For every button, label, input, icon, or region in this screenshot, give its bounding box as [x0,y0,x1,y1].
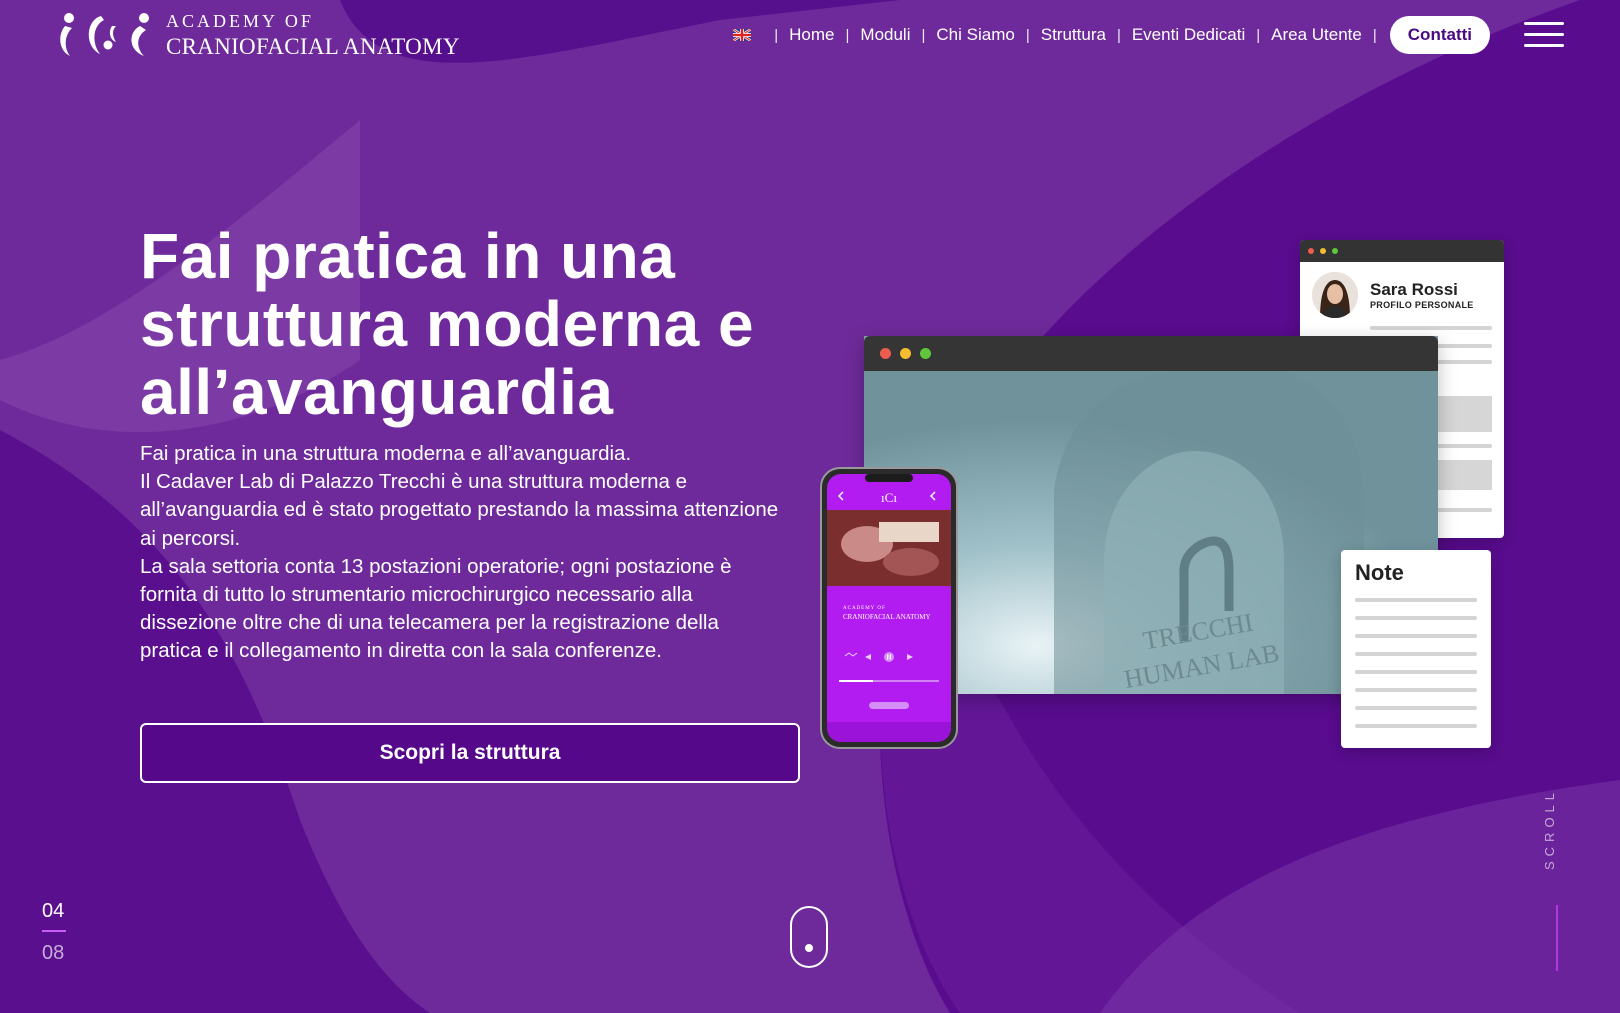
placeholder-line [1355,670,1477,674]
nav-item-home[interactable]: Home [789,25,834,45]
minimize-dot-icon [900,348,911,359]
nav-item-area-utente[interactable]: Area Utente [1271,25,1362,45]
nav-separator: | [1372,26,1377,44]
hero-section: Fai pratica in una struttura moderna e a… [140,222,780,666]
brand-logo[interactable]: ACADEMY OF CRANIOFACIAL ANATOMY [56,12,460,58]
placeholder-line [1355,652,1477,656]
site-header: ACADEMY OF CRANIOFACIAL ANATOMY | Home |… [0,0,1620,80]
placeholder-line [1355,598,1477,602]
placeholder-line [1355,724,1477,728]
nav-item-eventi-dedicati[interactable]: Eventi Dedicati [1132,25,1245,45]
brand-line-1: ACADEMY OF [166,11,314,31]
profile-header: Sara Rossi PROFILO PERSONALE [1300,262,1504,328]
contact-button[interactable]: Contatti [1389,16,1490,54]
close-dot-icon [1308,248,1314,254]
close-dot-icon [880,348,891,359]
hero-paragraph: Fai pratica in una struttura moderna e a… [140,442,632,465]
avatar [1312,272,1358,318]
nav-separator: | [1116,26,1121,44]
hero-paragraph: La sala settoria conta 13 postazioni ope… [140,554,732,663]
phone-brand-line-1: ACADEMY OF [843,606,886,611]
placeholder-line [1355,688,1477,692]
discover-structure-button[interactable]: Scopri la struttura [140,723,800,783]
scroll-progress-line [1556,905,1558,971]
placeholder-line [1355,634,1477,638]
phone-app-logo: ıCı [881,490,897,505]
phone-screen: ıCı ACADEMY OF CRANIOFACIAL ANATOMY [827,474,951,742]
placeholder-line [1370,326,1492,330]
nav-item-chi-siamo[interactable]: Chi Siamo [936,25,1014,45]
scroll-label: SCROLL [1542,787,1557,870]
hero-title: Fai pratica in una struttura moderna e a… [140,220,755,428]
brand-name: ACADEMY OF CRANIOFACIAL ANATOMY [166,12,460,58]
placeholder-line [1436,360,1492,364]
minimize-dot-icon [1320,248,1326,254]
current-slide-number: 04 [42,900,65,922]
nav-separator: | [921,26,926,44]
nav-separator: | [1256,26,1261,44]
main-nav: | Home | Moduli | Chi Siamo | Struttura … [733,15,1564,55]
nav-separator: | [774,26,779,44]
hero-paragraph: Il Cadaver Lab di Palazzo Trecchi è una … [140,470,779,550]
placeholder-line [1436,344,1492,348]
profile-name: Sara Rossi [1370,280,1458,299]
placeholder-line [1436,444,1492,448]
profile-identity: Sara Rossi PROFILO PERSONALE [1370,280,1474,310]
uk-flag-icon[interactable] [733,29,752,41]
maximize-dot-icon [1332,248,1338,254]
window-titlebar [1300,240,1504,262]
pager-divider [42,930,66,932]
nav-separator: | [1025,26,1030,44]
hamburger-menu-icon[interactable] [1524,22,1564,48]
placeholder-block [1436,396,1492,432]
window-titlebar [864,336,1438,371]
hero-description: Fai pratica in una struttura moderna e a… [140,440,780,666]
phone-brand-line-2: CRANIOFACIAL ANATOMY [843,613,931,621]
placeholder-line [1355,616,1477,620]
profile-subtitle: PROFILO PERSONALE [1370,300,1474,310]
brand-line-2: CRANIOFACIAL ANATOMY [166,34,460,59]
slide-pager: 04 08 [42,900,66,965]
nav-separator: | [845,26,850,44]
placeholder-line [1355,706,1477,710]
note-card-mockup: Note [1341,550,1491,748]
placeholder-line [1436,508,1492,512]
nav-item-struttura[interactable]: Struttura [1041,25,1106,45]
mouse-wheel [805,944,813,952]
phone-mockup: ıCı ACADEMY OF CRANIOFACIAL ANATOMY [820,467,958,749]
nav-item-moduli[interactable]: Moduli [860,25,910,45]
note-title: Note [1355,560,1404,585]
placeholder-block [1436,460,1492,490]
maximize-dot-icon [920,348,931,359]
total-slide-number: 08 [42,942,65,964]
aca-logo-mark-icon [60,13,149,56]
mouse-scroll-icon[interactable] [790,906,828,968]
